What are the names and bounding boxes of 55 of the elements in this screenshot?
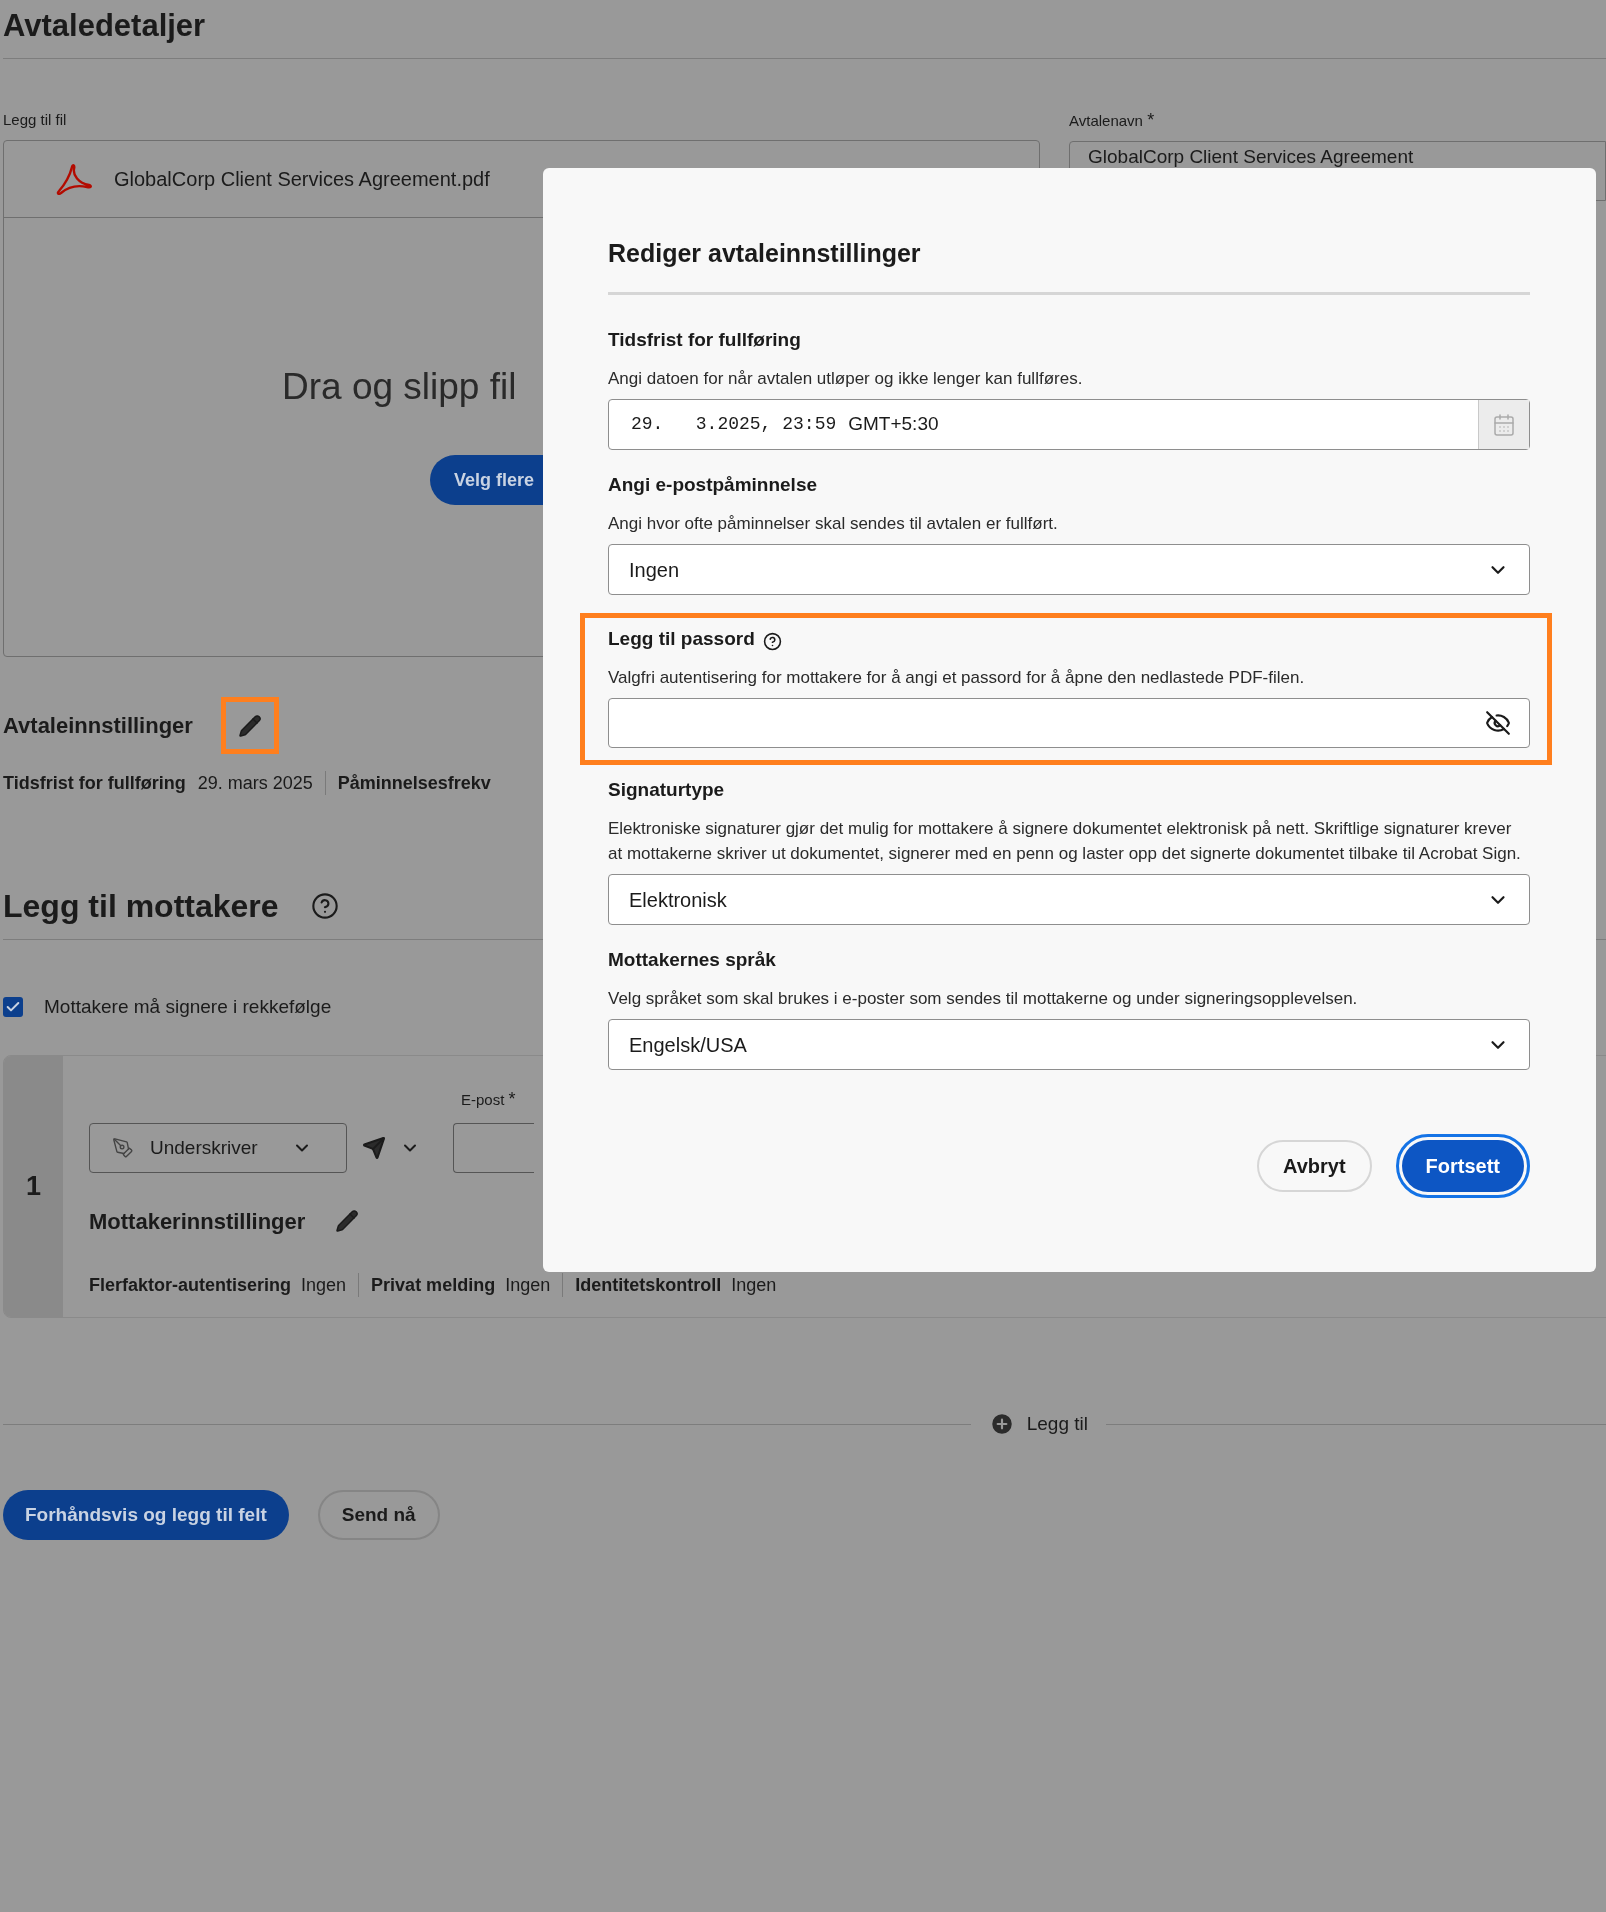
select-dropdown[interactable]: Elektronisk xyxy=(608,874,1530,925)
setting-label: Påminnelsesfrekv xyxy=(337,771,491,795)
add-recipient-button[interactable]: Legg til xyxy=(988,1409,1088,1439)
pen-icon xyxy=(112,1137,134,1159)
setting-value: 29. mars 2025 xyxy=(197,771,313,795)
recipient-number: 1 xyxy=(26,1170,41,1204)
checkbox[interactable] xyxy=(3,997,23,1017)
file-name: GlobalCorp Client Services Agreement.pdf xyxy=(114,167,490,192)
section-label: Mottakernes språk xyxy=(608,948,776,972)
page-title: Avtaledetaljer xyxy=(3,7,206,45)
continue-button[interactable]: Fortsett xyxy=(1401,1140,1524,1192)
calendar-icon xyxy=(1492,412,1516,437)
setting-label: Flerfaktor-autentisering xyxy=(89,1273,292,1297)
help-icon xyxy=(310,892,339,920)
section-description: Velg språket som skal brukes i e-poster som sendes til mottakerne og under signeringsopplevelsen. xyxy=(608,988,1359,1010)
dialog-title: Rediger avtaleinnstillinger xyxy=(608,238,921,269)
help-icon xyxy=(762,631,782,651)
section-label: Tidsfrist for fullføring xyxy=(608,328,801,352)
select-dropdown[interactable]: Ingen xyxy=(608,544,1530,595)
setting-value: Ingen xyxy=(505,1273,551,1297)
setting-label: Tidsfrist for fullføring xyxy=(3,771,186,795)
section-label: Legg til passord xyxy=(608,627,755,651)
password-field[interactable] xyxy=(608,698,1530,748)
pencil-icon xyxy=(237,713,262,738)
setting-value: Ingen xyxy=(301,1273,347,1297)
drop-zone-text: Dra og slipp fil xyxy=(282,365,517,409)
send-button[interactable]: Send nå xyxy=(317,1490,440,1540)
section-description: Elektroniske signaturer gjør det mulig for mottakere å signere dokumentet elektronisk på nett. Skriftlige signaturer krever at mottakerne skriver ut dokumentet, signerer med en penn og laster opp det signerte dokumentet tilbake til Acrobat Sign. xyxy=(608,818,1522,865)
field-label: Avtalenavn * xyxy=(1069,111,1155,130)
edit-button[interactable] xyxy=(220,697,279,754)
send-icon xyxy=(362,1136,386,1160)
cancel-button[interactable]: Avbryt xyxy=(1256,1140,1372,1192)
select-dropdown[interactable]: Engelsk/USA xyxy=(608,1019,1530,1070)
checkbox-label: Mottakere må signere i rekkefølge xyxy=(44,994,332,1019)
section-description: Valgfri autentisering for mottakere for å angi et passord for å åpne den nedlastede PDF-filen. xyxy=(608,667,1306,689)
section-description: Angi datoen for når avtalen utløper og ikke lenger kan fullføres. xyxy=(608,368,1084,390)
eye-off-icon xyxy=(1485,710,1511,736)
section-label: Angi e-postpåminnelse xyxy=(608,473,818,497)
recipient-settings-title: Mottakerinnstillinger xyxy=(89,1207,306,1236)
date-field[interactable]: 29. 3.2025, 23:59 GMT+5:30 xyxy=(608,399,1530,450)
section-heading: Legg til mottakere xyxy=(3,887,279,926)
field-label: E-post * xyxy=(461,1090,516,1109)
email-field[interactable] xyxy=(453,1123,534,1173)
field-label: Legg til fil xyxy=(3,111,67,129)
setting-label: Privat melding xyxy=(371,1273,496,1297)
pencil-icon xyxy=(335,1209,360,1233)
section-title: Avtaleinnstillinger xyxy=(3,712,193,740)
section-description: Angi hvor ofte påminnelser skal sendes til avtalen er fullført. xyxy=(608,513,1059,535)
setting-value: Ingen xyxy=(731,1273,777,1297)
pdf-icon xyxy=(56,163,92,195)
role-dropdown[interactable]: Underskriver xyxy=(89,1123,347,1173)
setting-label: Identitetskontroll xyxy=(575,1273,722,1297)
browse-button[interactable]: Velg flere xyxy=(430,455,544,505)
preview-button[interactable]: Forhåndsvis og legg til felt xyxy=(3,1490,289,1540)
section-label: Signaturtype xyxy=(608,778,725,802)
